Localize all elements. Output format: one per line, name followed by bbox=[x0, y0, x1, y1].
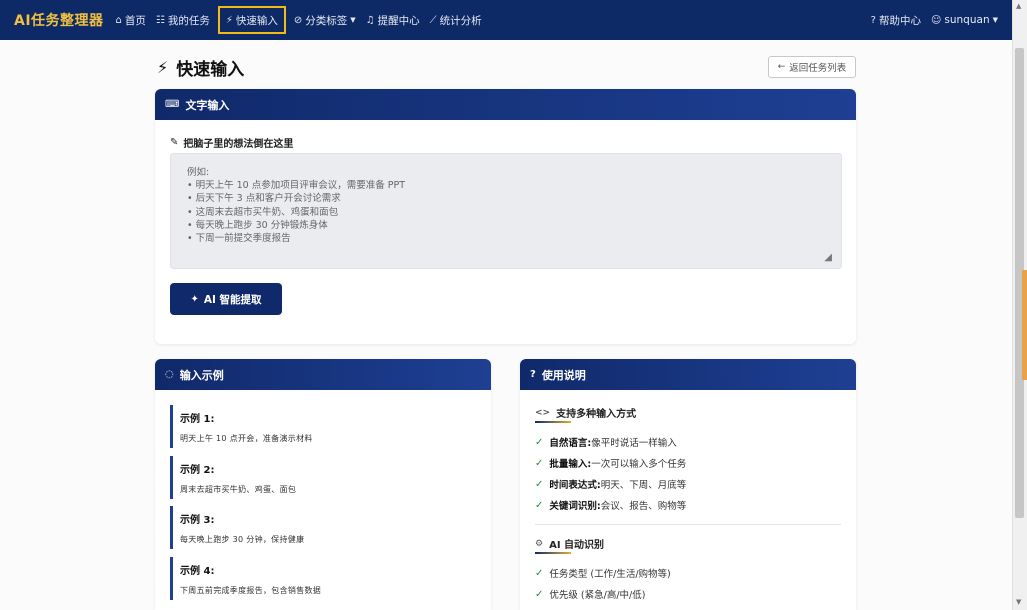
feature-key: 批量输入: bbox=[549, 459, 592, 470]
arrow-left-icon: ← bbox=[777, 62, 786, 72]
example-title: 示例 3: bbox=[180, 515, 215, 526]
nav-item-label: 首页 bbox=[124, 14, 146, 27]
check-icon: ✓ bbox=[535, 567, 544, 579]
page-title: ⚡ 快速输入 bbox=[157, 55, 244, 80]
feature-item: ✓ 关键词识别: 会议、报告、购物等 bbox=[535, 498, 687, 513]
nav-item-help[interactable]: ? 帮助中心 bbox=[871, 0, 921, 40]
edit-icon: ✎ bbox=[170, 137, 179, 148]
card-header: ? 使用说明 bbox=[520, 359, 856, 390]
section-title-text: AI 自动识别 bbox=[549, 540, 605, 551]
feature-item: ✓ 任务类型 (工作/生活/购物等) bbox=[535, 566, 671, 581]
card-header-title: 输入示例 bbox=[179, 368, 224, 382]
card-header-title: 文字输入 bbox=[185, 98, 230, 112]
example-title: 示例 1: bbox=[180, 414, 215, 425]
nav-item-my-tasks[interactable]: ☷ 我的任务 bbox=[156, 0, 210, 40]
side-accent-strip bbox=[1022, 270, 1027, 380]
input-examples-card: ◌ 输入示例 示例 1: 明天上午 10 点开会，准备演示材料 示例 2: 周末… bbox=[155, 359, 491, 610]
example-item[interactable]: 示例 1: 明天上午 10 点开会，准备演示材料 bbox=[170, 405, 470, 448]
nav-item-label: 提醒中心 bbox=[377, 14, 420, 27]
section-title: <> 支持多种输入方式 bbox=[535, 405, 637, 421]
top-navbar: AI任务整理器 ⌂ 首页 ☷ 我的任务 ⚡ 快速输入 ⊘ 分类标签 ▼ ♫ 提醒… bbox=[0, 0, 1012, 40]
nav-item-label: 帮助中心 bbox=[878, 14, 921, 27]
nav-item-label: 统计分析 bbox=[439, 14, 482, 27]
magic-wand-icon: ✦ bbox=[190, 293, 199, 305]
lightbulb-icon: ◌ bbox=[165, 369, 174, 380]
nav-item-home[interactable]: ⌂ 首页 bbox=[116, 0, 146, 40]
feature-item: ✓ 时间表达式: 明天、下周、月底等 bbox=[535, 477, 687, 492]
check-icon: ✓ bbox=[535, 436, 544, 448]
example-item[interactable]: 示例 2: 周末去超市买牛奶、鸡蛋、面包 bbox=[170, 456, 470, 499]
nav-item-label: 分类标签 bbox=[305, 14, 348, 27]
keyboard-icon: ⌨ bbox=[165, 99, 180, 110]
nav-item-label: 我的任务 bbox=[167, 14, 210, 27]
tag-icon: ⊘ bbox=[293, 14, 303, 26]
section-title: ⚙ AI 自动识别 bbox=[535, 536, 605, 552]
check-icon: ✓ bbox=[535, 499, 544, 511]
feature-desc: 一次可以输入多个任务 bbox=[591, 459, 687, 470]
usage-guide-card: ? 使用说明 <> 支持多种输入方式 ✓ 自然语言: 像平时说话一样输入 ✓ 批… bbox=[520, 359, 856, 610]
chevron-down-icon: ▼ bbox=[350, 16, 356, 24]
feature-key: 自然语言: bbox=[549, 438, 592, 449]
feature-item: ✓ 优先级 (紧急/高/中/低) bbox=[535, 587, 646, 602]
divider bbox=[535, 524, 841, 525]
lightning-icon: ⚡ bbox=[225, 14, 233, 26]
check-icon: ✓ bbox=[535, 478, 544, 490]
example-text: 每天晚上跑步 30 分钟，保持健康 bbox=[180, 535, 305, 544]
back-button-label: 返回任务列表 bbox=[789, 63, 847, 74]
feature-item: ✓ 批量输入: 一次可以输入多个任务 bbox=[535, 456, 687, 471]
textarea-label-text: 把脑子里的想法倒在这里 bbox=[183, 139, 294, 150]
section-underline bbox=[535, 421, 571, 423]
chevron-down-icon: ▼ bbox=[992, 16, 998, 24]
list-icon: ☷ bbox=[155, 14, 165, 26]
scroll-up-icon[interactable]: ▲ bbox=[1016, 2, 1021, 10]
nav-item-tags[interactable]: ⊘ 分类标签 ▼ bbox=[294, 0, 356, 40]
bell-icon: ♫ bbox=[365, 14, 375, 26]
task-textarea[interactable]: 例如: • 明天上午 10 点参加项目评审会议，需要准备 PPT • 后天下午 … bbox=[170, 153, 842, 269]
example-title: 示例 2: bbox=[180, 465, 215, 476]
text-input-card: ⌨ 文字输入 ✎ 把脑子里的想法倒在这里 例如: • 明天上午 10 点参加项目… bbox=[155, 89, 856, 344]
ai-button-label: AI 智能提取 bbox=[203, 293, 262, 306]
user-icon: ☺ bbox=[930, 14, 942, 26]
example-title: 示例 4: bbox=[180, 566, 215, 577]
nav-item-reminders[interactable]: ♫ 提醒中心 bbox=[366, 0, 420, 40]
chart-icon: ⟋ bbox=[429, 14, 437, 26]
back-to-list-button[interactable]: ← 返回任务列表 bbox=[768, 56, 856, 78]
feature-desc: 会议、报告、购物等 bbox=[600, 501, 687, 512]
feature-desc: 明天、下周、月底等 bbox=[600, 480, 687, 491]
nav-item-quick-input[interactable]: ⚡ 快速输入 bbox=[217, 6, 286, 34]
page-title-text: 快速输入 bbox=[176, 60, 245, 80]
user-name: sunquan bbox=[944, 14, 990, 26]
lightning-icon: ⚡ bbox=[157, 58, 169, 77]
help-icon: ? bbox=[870, 14, 876, 26]
feature-desc: 任务类型 (工作/生活/购物等) bbox=[549, 569, 671, 580]
example-text: 明天上午 10 点开会，准备演示材料 bbox=[180, 434, 313, 443]
example-item[interactable]: 示例 4: 下周五前完成季度报告，包含销售数据 bbox=[170, 557, 470, 600]
feature-key: 关键词识别: bbox=[549, 501, 601, 512]
home-icon: ⌂ bbox=[115, 14, 122, 26]
feature-key: 时间表达式: bbox=[549, 480, 601, 491]
nav-item-stats[interactable]: ⟋ 统计分析 bbox=[430, 0, 482, 40]
user-menu[interactable]: ☺ sunquan ▼ bbox=[931, 0, 998, 40]
card-header: ◌ 输入示例 bbox=[155, 359, 491, 390]
question-circle-icon: ? bbox=[530, 369, 536, 380]
section-title-text: 支持多种输入方式 bbox=[556, 409, 637, 420]
feature-desc: 优先级 (紧急/高/中/低) bbox=[549, 590, 646, 601]
example-text: 周末去超市买牛奶、鸡蛋、面包 bbox=[180, 485, 297, 494]
section-underline bbox=[535, 552, 571, 554]
feature-desc: 像平时说话一样输入 bbox=[591, 438, 677, 449]
code-icon: <> bbox=[535, 407, 551, 418]
nav-item-label: 快速输入 bbox=[235, 14, 278, 27]
scroll-down-icon[interactable]: ▼ bbox=[1016, 598, 1021, 606]
card-header-title: 使用说明 bbox=[541, 368, 586, 382]
check-icon: ✓ bbox=[535, 588, 544, 600]
robot-icon: ⚙ bbox=[535, 538, 544, 549]
ai-extract-button[interactable]: ✦ AI 智能提取 bbox=[170, 283, 282, 315]
feature-item: ✓ 自然语言: 像平时说话一样输入 bbox=[535, 435, 677, 450]
card-header: ⌨ 文字输入 bbox=[155, 89, 856, 120]
check-icon: ✓ bbox=[535, 457, 544, 469]
example-text: 下周五前完成季度报告，包含销售数据 bbox=[180, 586, 322, 595]
brand-logo[interactable]: AI任务整理器 bbox=[14, 10, 104, 30]
textarea-label: ✎ 把脑子里的想法倒在这里 bbox=[170, 135, 293, 150]
example-item[interactable]: 示例 3: 每天晚上跑步 30 分钟，保持健康 bbox=[170, 506, 470, 549]
